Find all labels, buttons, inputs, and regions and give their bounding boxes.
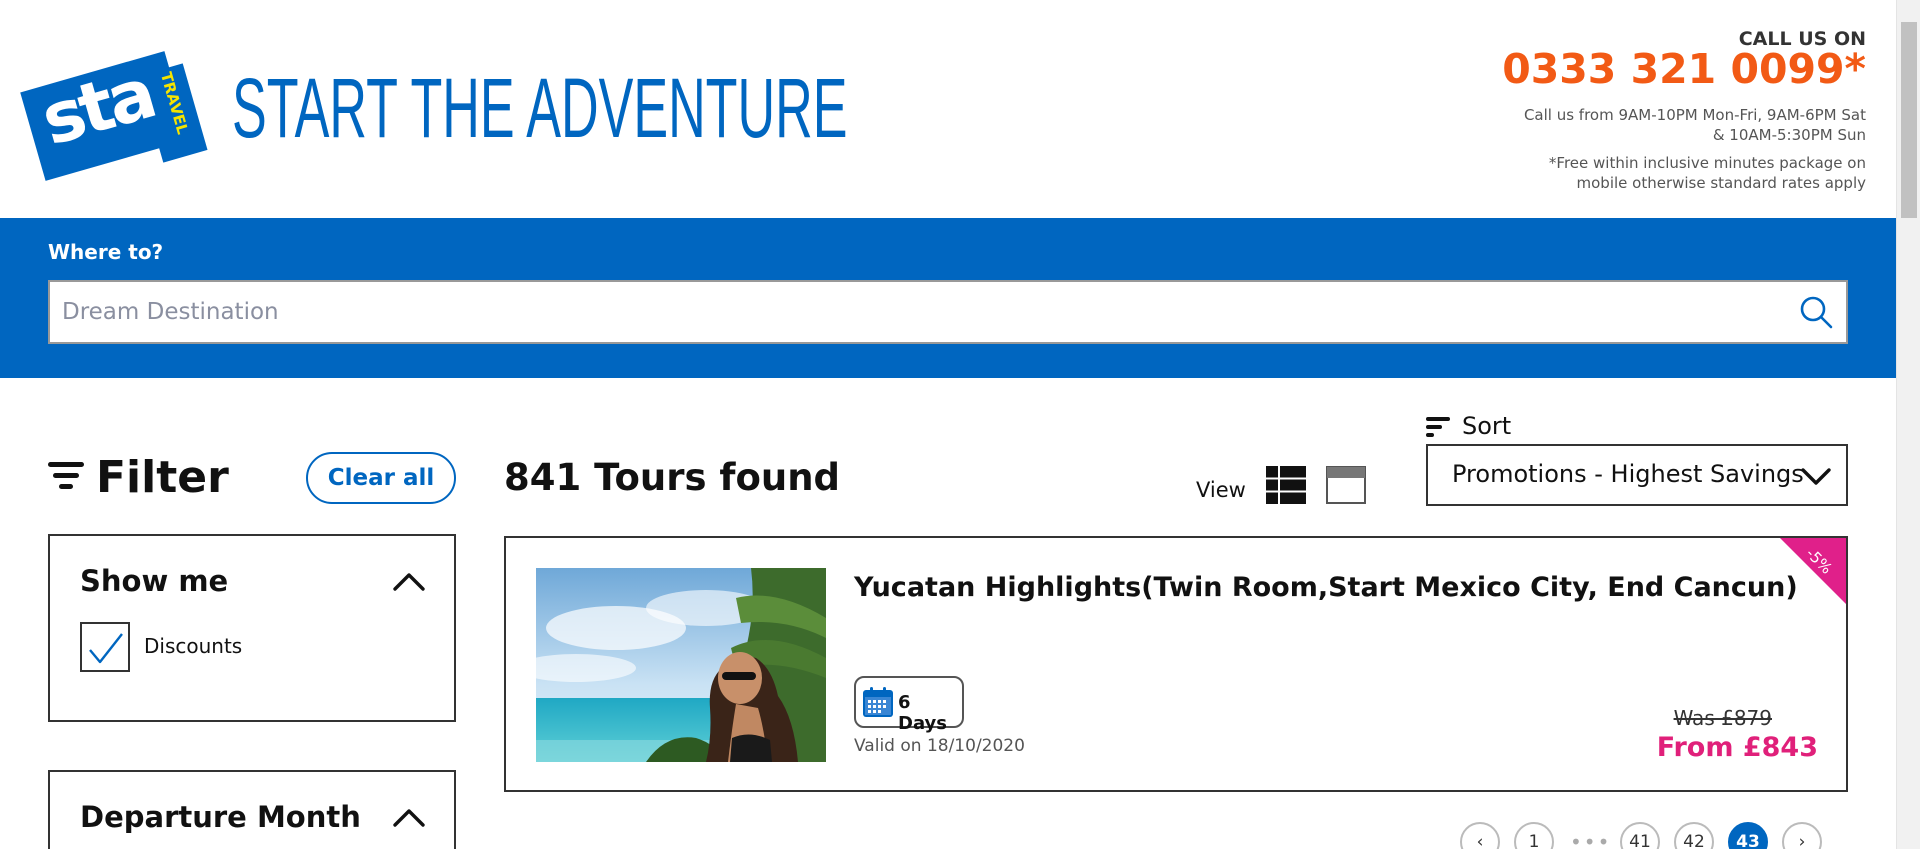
call-hours-line-2: & 10AM-5:30PM Sun [1712,126,1866,145]
view-label: View [1196,478,1246,502]
tour-image[interactable] [536,568,826,762]
call-hours-line-1: Call us from 9AM-10PM Mon-Fri, 9AM-6PM S… [1523,106,1866,125]
was-price: Was £879 [1673,706,1772,730]
page-button-41[interactable]: 41 [1620,822,1660,849]
duration-text: 6 Days [898,692,947,734]
panel-title: Departure Month [80,800,361,834]
logo-travel-text: TRAVEL [156,70,192,137]
discounts-checkbox[interactable] [80,622,130,672]
calendar-icon [863,687,893,717]
call-note-line-2: mobile otherwise standard rates apply [1576,174,1866,193]
destination-search-input[interactable] [62,282,1762,342]
checkmark-icon [89,633,123,664]
tagline: START THE ADVENTURE [232,61,848,155]
from-price: From £843 [1656,732,1818,763]
valid-date: Valid on 18/10/2020 [854,736,1025,756]
search-box[interactable] [48,280,1848,344]
site-header: TRAVEL sta START THE ADVENTURE CALL US O… [0,0,1896,218]
call-us-block: CALL US ON 0333 321 0099* Call us from 9… [1446,28,1866,193]
scrollbar-thumb[interactable] [1901,22,1917,218]
search-icon[interactable] [1798,294,1834,330]
grid-view-icon[interactable] [1326,466,1366,504]
page-button-42[interactable]: 42 [1674,822,1714,849]
discounts-label[interactable]: Discounts [144,634,242,658]
discount-ribbon: -5% [1780,538,1846,604]
chevron-up-icon[interactable] [392,570,426,592]
results-count: 841 Tours found [504,456,841,499]
tour-title[interactable]: Yucatan Highlights(Twin Room,Start Mexic… [854,572,1798,603]
filter-icon [48,462,84,489]
sta-travel-logo[interactable]: TRAVEL sta [20,51,208,181]
search-band: Where to? [0,218,1896,378]
list-view-icon[interactable] [1266,466,1306,504]
prev-page-button[interactable]: ‹ [1460,822,1500,849]
filter-title: Filter [96,452,229,503]
page-button-43[interactable]: 43 [1728,822,1768,849]
call-note-line-1: *Free within inclusive minutes package o… [1548,154,1866,173]
filter-panel-show-me: Show me Discounts [48,534,456,722]
duration-badge: 6 Days [854,676,964,734]
sort-label: Sort [1462,412,1512,440]
clear-all-button[interactable]: Clear all [306,452,456,504]
page-button-1[interactable]: 1 [1514,822,1554,849]
panel-title: Show me [80,564,229,598]
call-note: *Free within inclusive minutes package o… [1446,153,1866,193]
call-hours: Call us from 9AM-10PM Mon-Fri, 9AM-6PM S… [1446,105,1866,145]
beach-photo [536,568,826,762]
chevron-down-icon [1801,468,1831,485]
phone-number[interactable]: 0333 321 0099* [1446,47,1866,91]
where-to-label: Where to? [48,240,164,264]
sort-dropdown[interactable]: Promotions - Highest Savings [1426,444,1848,506]
sort-icon [1426,417,1450,437]
chevron-up-icon[interactable] [392,806,426,828]
filter-panel-departure-month: Departure Month [48,770,456,849]
sort-selected-value: Promotions - Highest Savings [1452,460,1804,488]
next-page-button[interactable]: › [1782,822,1822,849]
tour-card[interactable]: Yucatan Highlights(Twin Room,Start Mexic… [504,536,1848,792]
page-scrollbar[interactable] [1896,0,1920,849]
pagination-ellipsis: ••• [1570,830,1612,849]
